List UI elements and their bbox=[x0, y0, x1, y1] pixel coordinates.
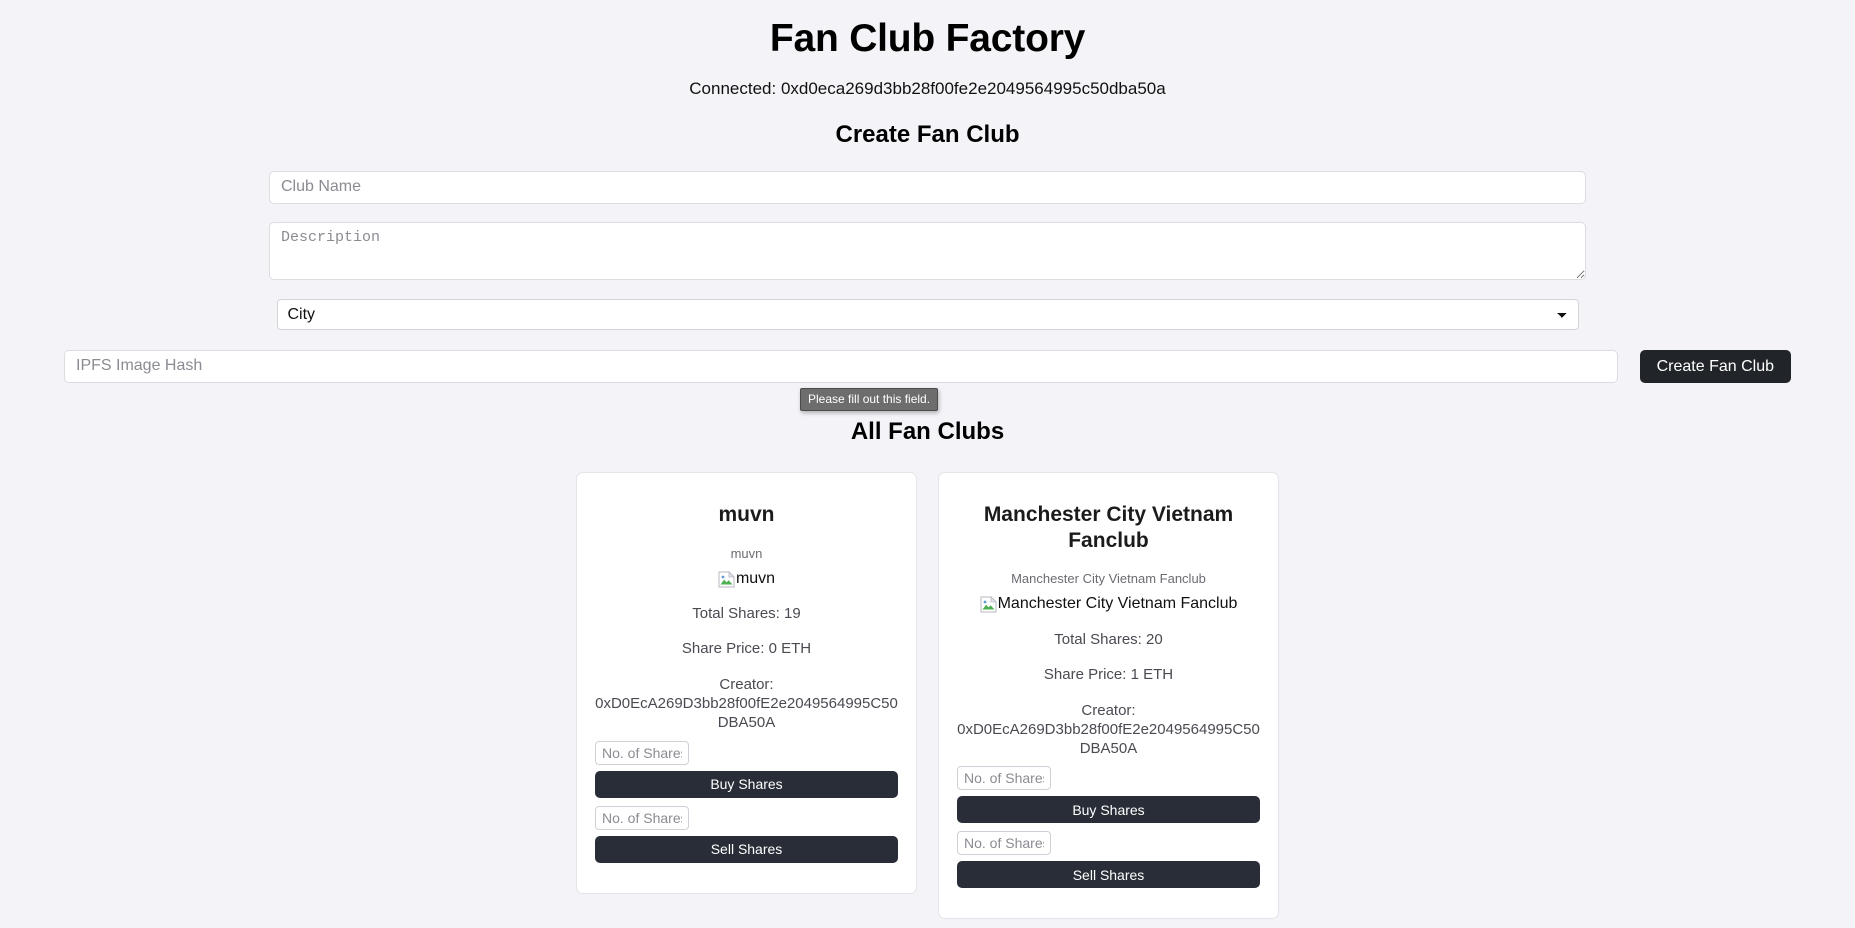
club-image-alt-text: muvn bbox=[735, 569, 776, 587]
club-creator-label: Creator: bbox=[1081, 701, 1136, 719]
buy-shares-button[interactable]: Buy Shares bbox=[957, 796, 1260, 824]
broken-image-icon bbox=[718, 570, 735, 588]
broken-image-icon bbox=[980, 596, 997, 613]
buy-shares-input[interactable] bbox=[595, 740, 689, 765]
sell-shares-input[interactable] bbox=[595, 805, 689, 830]
description-row bbox=[0, 221, 1855, 280]
city-row: City bbox=[0, 298, 1855, 330]
club-total-shares: Total Shares: 19 bbox=[692, 605, 801, 623]
club-description: muvn bbox=[730, 545, 763, 561]
sell-shares-button[interactable]: Sell Shares bbox=[595, 835, 898, 863]
create-fan-club-form: City Create Fan Club Please fill out thi… bbox=[0, 170, 1855, 411]
club-description: Manchester City Vietnam Fanclub bbox=[1011, 571, 1206, 587]
club-creator-address: 0xD0EcA269D3bb28f00fE2e2049564995C50DBA5… bbox=[957, 720, 1260, 758]
sell-shares-input[interactable] bbox=[957, 831, 1051, 856]
club-name: muvn bbox=[718, 502, 775, 526]
club-image-row: Manchester City Vietnam Fanclub bbox=[957, 595, 1260, 613]
club-share-price: Share Price: 1 ETH bbox=[1043, 665, 1174, 683]
description-textarea[interactable] bbox=[269, 221, 1586, 280]
fan-club-card: Manchester City Vietnam Fanclub Manchest… bbox=[938, 471, 1279, 920]
create-fan-club-heading: Create Fan Club bbox=[835, 120, 1020, 148]
fan-club-card-list: muvn muvn muvn Total Shares: 19 Share Pr… bbox=[0, 471, 1855, 920]
sell-shares-button[interactable]: Sell Shares bbox=[957, 861, 1260, 889]
page-title: Fan Club Factory bbox=[769, 17, 1086, 60]
club-share-price: Share Price: 0 ETH bbox=[681, 640, 812, 658]
buy-shares-input[interactable] bbox=[957, 766, 1051, 791]
club-image-alt-text: Manchester City Vietnam Fanclub bbox=[997, 595, 1238, 613]
club-name-row bbox=[0, 170, 1855, 204]
all-fan-clubs-heading: All Fan Clubs bbox=[850, 417, 1005, 445]
club-total-shares: Total Shares: 20 bbox=[1054, 630, 1163, 648]
page-root: Fan Club Factory Connected: 0xd0eca269d3… bbox=[0, 0, 1855, 928]
buy-shares-button[interactable]: Buy Shares bbox=[595, 770, 898, 798]
validation-tooltip: Please fill out this field. bbox=[800, 387, 939, 411]
club-image-row: muvn bbox=[595, 570, 898, 588]
ipfs-row: Create Fan Club Please fill out this fie… bbox=[0, 349, 1855, 411]
club-name: Manchester City Vietnam Fanclub bbox=[983, 502, 1234, 552]
ipfs-image-hash-input[interactable] bbox=[64, 349, 1618, 383]
club-creator-address: 0xD0EcA269D3bb28f00fE2e2049564995C50DBA5… bbox=[595, 695, 898, 732]
fan-club-card: muvn muvn muvn Total Shares: 19 Share Pr… bbox=[576, 471, 917, 894]
city-select[interactable]: City bbox=[276, 298, 1579, 330]
create-fan-club-button[interactable]: Create Fan Club bbox=[1639, 349, 1791, 383]
club-name-input[interactable] bbox=[269, 170, 1586, 204]
connected-wallet-address: Connected: 0xd0eca269d3bb28f00fe2e204956… bbox=[689, 78, 1166, 98]
club-creator-label: Creator: bbox=[719, 676, 774, 694]
